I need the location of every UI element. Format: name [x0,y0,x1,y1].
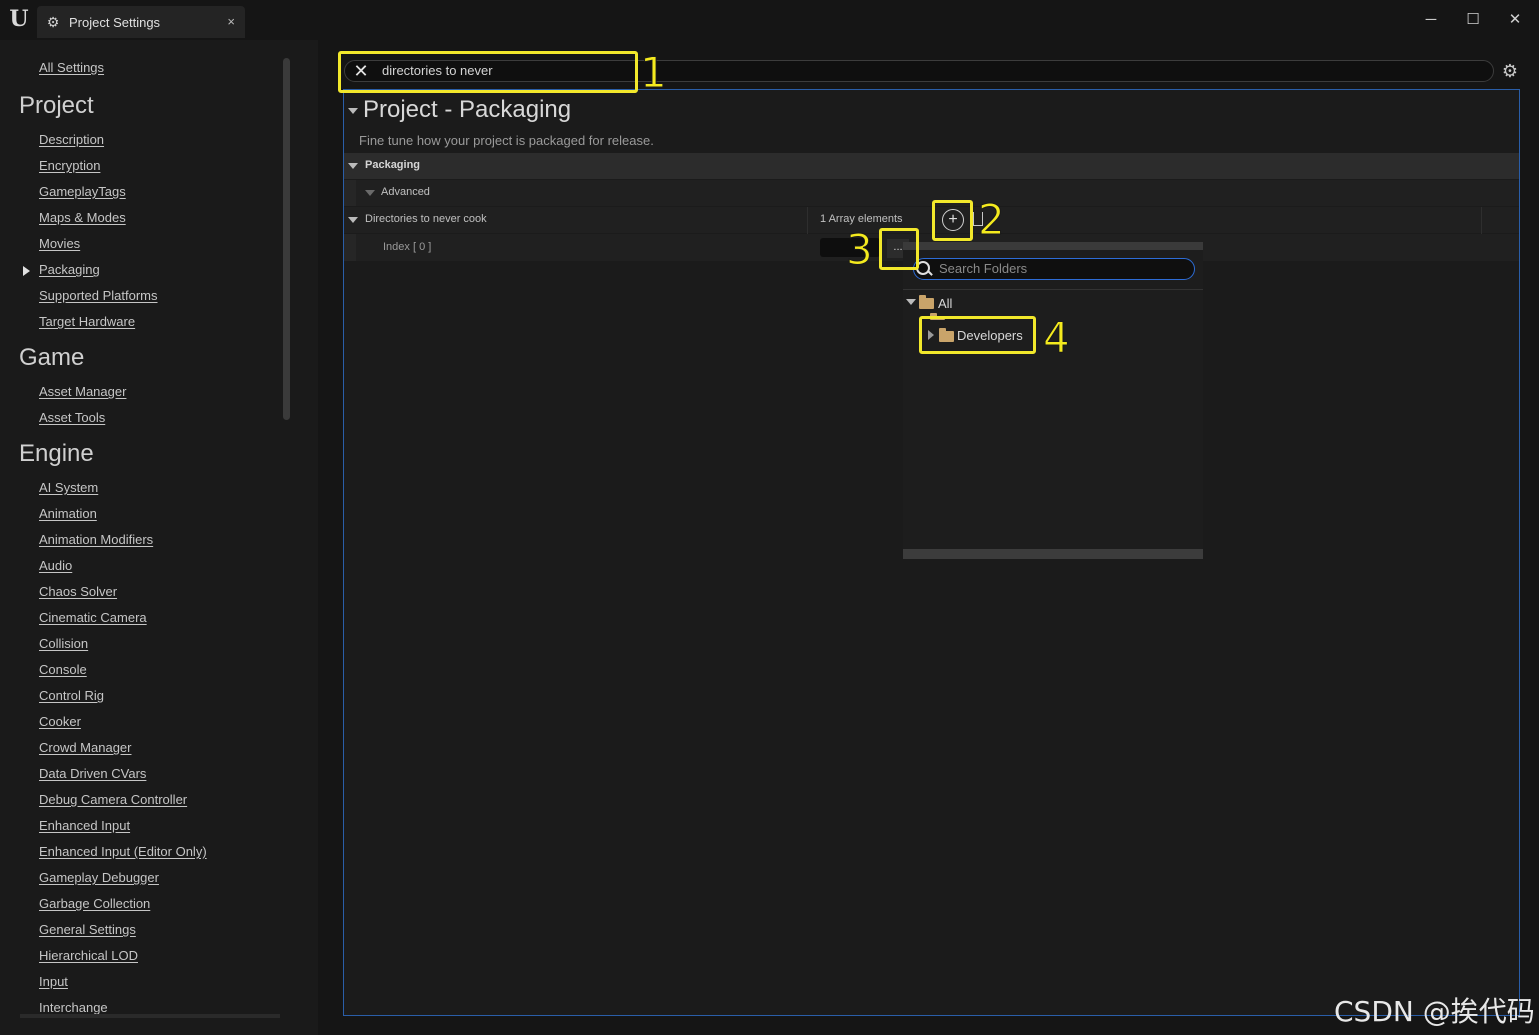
callout-box-1 [338,51,638,93]
expand-all-icon[interactable] [906,299,916,305]
sidebar-item-audio[interactable]: Audio [39,558,72,573]
sidebar-item-animation-modifiers[interactable]: Animation Modifiers [39,532,153,547]
array-count: 1 Array elements [820,213,903,225]
indent-bar [344,234,356,261]
collapse-section-icon[interactable] [348,108,358,114]
category-row-packaging[interactable] [344,153,1519,179]
sidebar-item-garbage-collection[interactable]: Garbage Collection [39,896,150,911]
sidebar-item-control-rig[interactable]: Control Rig [39,688,104,703]
sidebar-scrollbar[interactable] [283,58,290,420]
sidebar-item-data-driven-cvars[interactable]: Data Driven CVars [39,766,146,781]
sidebar-item-enhanced-input-editor-only[interactable]: Enhanced Input (Editor Only) [39,844,207,859]
sidebar-horizontal-scrollbar[interactable] [20,1014,280,1018]
tab-project-settings[interactable]: ⚙ Project Settings × [37,6,245,38]
indent-bar [344,180,356,206]
sidebar-item-cinematic-camera[interactable]: Cinematic Camera [39,610,147,625]
callout-number-1: 1 [640,48,668,97]
sidebar-item-cooker[interactable]: Cooker [39,714,81,729]
sidebar-item-hierarchical-lod[interactable]: Hierarchical LOD [39,948,138,963]
sidebar-item-gameplaytags[interactable]: GameplayTags [39,184,126,199]
tab-label: Project Settings [69,15,161,30]
sidebar-item-asset-manager[interactable]: Asset Manager [39,384,126,399]
sidebar-item-description[interactable]: Description [39,132,104,147]
collapse-array-icon[interactable] [348,217,358,223]
search-folders-placeholder: Search Folders [939,261,1028,276]
sidebar-item-maps-modes[interactable]: Maps & Modes [39,210,126,225]
callout-box-2 [932,200,973,241]
sidebar-item-interchange[interactable]: Interchange [39,1000,108,1015]
popup-divider [903,289,1203,290]
sidebar-item-crowd-manager[interactable]: Crowd Manager [39,740,132,755]
sidebar-item-encryption[interactable]: Encryption [39,158,100,173]
callout-number-3: 3 [846,225,874,274]
title-bar: U ⚙ Project Settings × ─ ☐ ✕ [0,0,1539,40]
sidebar-item-supported-platforms[interactable]: Supported Platforms [39,288,158,303]
index-label: Index [ 0 ] [383,241,432,253]
sidebar-item-all-settings[interactable]: All Settings [39,60,104,75]
sidebar-item-asset-tools[interactable]: Asset Tools [39,410,105,425]
tab-close-icon[interactable]: × [227,14,235,29]
callout-box-3 [879,228,919,270]
sidebar-heading-project: Project [19,92,94,119]
sidebar-item-debug-camera-controller[interactable]: Debug Camera Controller [39,792,187,807]
sidebar-item-gameplay-debugger[interactable]: Gameplay Debugger [39,870,159,885]
section-description: Fine tune how your project is packaged f… [359,133,654,148]
sidebar-item-console[interactable]: Console [39,662,87,677]
minimize-button[interactable]: ─ [1416,8,1446,32]
close-window-button[interactable]: ✕ [1500,8,1530,32]
settings-sidebar: All Settings Project Description Encryption… [0,40,318,1035]
callout-number-4: 4 [1043,313,1071,362]
popup-header-bar [903,242,1203,250]
section-title: Project - Packaging [363,96,572,123]
unreal-logo-icon: U [9,6,29,32]
sidebar-item-animation[interactable]: Animation [39,506,97,521]
watermark-text: CSDN @挨代码 [1334,995,1535,1028]
advanced-label: Advanced [381,186,430,198]
maximize-button[interactable]: ☐ [1458,8,1488,32]
directories-label: Directories to never cook [365,213,487,225]
sidebar-item-packaging[interactable]: Packaging [39,262,100,277]
selected-item-arrow-icon [23,266,30,276]
sidebar-heading-engine: Engine [19,440,94,467]
sidebar-item-ai-system[interactable]: AI System [39,480,98,495]
collapse-packaging-icon[interactable] [348,163,358,169]
callout-number-2: 2 [978,195,1006,244]
settings-cube-icon: ⚙ [46,14,60,30]
callout-box-4 [919,316,1036,354]
sidebar-item-enhanced-input[interactable]: Enhanced Input [39,818,130,833]
sidebar-item-input[interactable]: Input [39,974,68,989]
sidebar-item-movies[interactable]: Movies [39,236,80,251]
sidebar-item-chaos-solver[interactable]: Chaos Solver [39,584,117,599]
sidebar-item-general-settings[interactable]: General Settings [39,922,136,937]
popup-footer-bar [903,549,1203,559]
collapse-advanced-icon[interactable] [365,190,375,196]
sidebar-item-collision[interactable]: Collision [39,636,88,651]
gear-icon[interactable]: ⚙ [1500,60,1520,82]
sidebar-heading-game: Game [19,344,85,371]
sidebar-item-target-hardware[interactable]: Target Hardware [39,314,135,329]
tree-item-all[interactable]: All [938,296,952,311]
folder-open-icon [919,295,934,309]
category-packaging-label: Packaging [365,159,421,171]
